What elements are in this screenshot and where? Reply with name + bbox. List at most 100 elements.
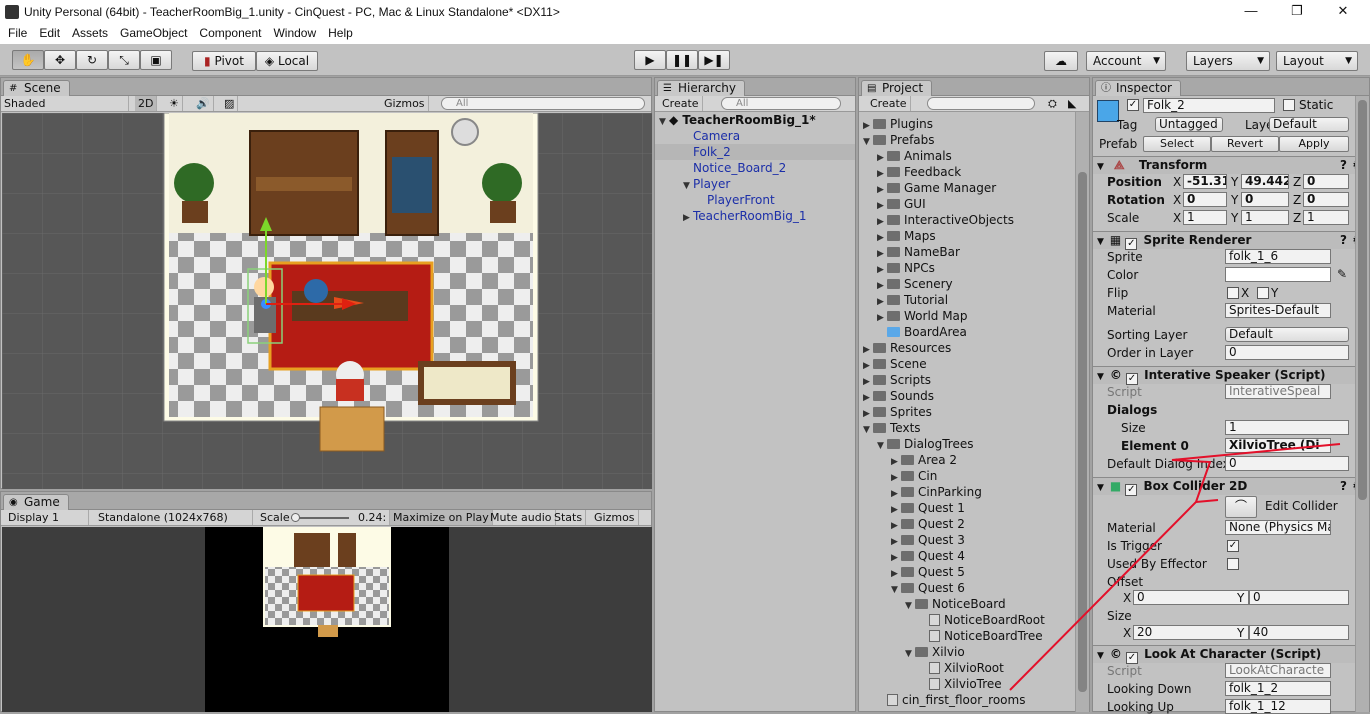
2d-toggle[interactable]: 2D (135, 96, 157, 111)
project-item[interactable]: ▼ NoticeBoard (905, 596, 1006, 612)
object-name-input[interactable]: Folk_2 (1143, 98, 1275, 113)
sprite-renderer-enabled-checkbox[interactable]: ✓ (1125, 238, 1138, 250)
scene-search-input[interactable]: All (441, 97, 645, 110)
menu-edit[interactable]: Edit (31, 24, 64, 40)
help-icon[interactable]: ? (1340, 157, 1347, 174)
rotation-y-field[interactable]: 0 (1241, 192, 1289, 207)
project-item[interactable]: ▶ Quest 3 (891, 532, 965, 548)
project-item[interactable]: ▶ Area 2 (891, 452, 957, 468)
project-scrollbar-thumb[interactable] (1078, 172, 1087, 692)
expand-arrow-icon[interactable]: ▼ (863, 422, 873, 438)
pivot-button[interactable]: ▮ Pivot (192, 51, 256, 71)
tag-dropdown[interactable]: Untagged (1155, 117, 1223, 132)
edit-collider-button[interactable]: ⌒ (1225, 496, 1257, 518)
pause-button[interactable]: ❚❚ (666, 50, 698, 70)
help-icon[interactable]: ? (1340, 232, 1347, 249)
project-item[interactable]: ▼ Prefabs (863, 132, 935, 148)
project-item[interactable]: ▶ Tutorial (877, 292, 948, 308)
move-tool-button[interactable]: ✥ (44, 50, 76, 70)
play-button[interactable]: ▶ (634, 50, 666, 70)
rotation-x-field[interactable]: 0 (1183, 192, 1227, 207)
active-checkbox[interactable]: ✓ (1127, 99, 1139, 111)
layer-dropdown[interactable]: Default (1269, 117, 1349, 132)
used-by-effector-checkbox[interactable] (1227, 558, 1239, 570)
menu-component[interactable]: Component (191, 24, 265, 40)
hierarchy-search-input[interactable]: All (721, 97, 841, 110)
lighting-icon[interactable]: ☀ (166, 96, 183, 111)
hierarchy-item[interactable]: Notice_Board_2 (655, 160, 855, 176)
project-item[interactable]: ▶ Scene (863, 356, 927, 372)
material-field[interactable]: Sprites-Default (1225, 303, 1331, 318)
position-y-field[interactable]: 49.442 (1241, 174, 1289, 189)
flip-y-checkbox[interactable] (1257, 287, 1269, 299)
sprite-renderer-header[interactable]: ▼▦✓ Sprite Renderer?⚙ (1093, 231, 1369, 250)
project-item[interactable]: ▼ Quest 6 (891, 580, 965, 596)
hierarchy-item[interactable]: ▶ TeacherRoomBig_1 (655, 208, 855, 224)
project-item[interactable]: XilvioTree (919, 676, 1002, 692)
box-collider-header[interactable]: ▼■✓ Box Collider 2D?⚙ (1093, 477, 1369, 496)
project-item[interactable]: ▶ Quest 5 (891, 564, 965, 580)
flip-x-checkbox[interactable] (1227, 287, 1239, 299)
looking-down-field[interactable]: folk_1_2 (1225, 681, 1331, 696)
cloud-button[interactable]: ☁ (1044, 51, 1078, 71)
interative-speaker-header[interactable]: ▼ © ✓ Interative Speaker (Script) (1093, 366, 1369, 385)
hierarchy-item[interactable]: Folk_2 (655, 144, 855, 160)
account-dropdown[interactable]: Account ▼ (1086, 51, 1166, 71)
project-item[interactable]: ▼ Xilvio (905, 644, 965, 660)
scale-tool-button[interactable]: ⤡ (108, 50, 140, 70)
offset-x-field[interactable]: 0 (1133, 590, 1249, 605)
eyedropper-icon[interactable]: ✎ (1337, 267, 1347, 281)
filter-label-icon[interactable]: ◣ (1065, 96, 1079, 111)
static-checkbox[interactable] (1283, 99, 1295, 111)
resolution-dropdown[interactable]: Standalone (1024x768) (95, 510, 253, 525)
game-gizmos-dropdown[interactable]: Gizmos (591, 510, 639, 525)
project-item[interactable]: ▶ Resources (863, 340, 951, 356)
hierarchy-item[interactable]: PlayerFront (655, 192, 855, 208)
project-item[interactable]: XilvioRoot (919, 660, 1004, 676)
expand-arrow-icon[interactable]: ▼ (891, 582, 901, 598)
hierarchy-item[interactable]: Camera (655, 128, 855, 144)
collider-enabled-checkbox[interactable]: ✓ (1125, 484, 1138, 496)
hierarchy-create-button[interactable]: Create (659, 96, 703, 111)
look-at-character-header[interactable]: ▼ © ✓ Look At Character (Script) (1093, 645, 1369, 664)
is-trigger-checkbox[interactable]: ✓ (1227, 540, 1239, 552)
tab-project[interactable]: ▤ Project (861, 80, 933, 96)
element-0-field[interactable]: XilvioTree (Di (1225, 438, 1331, 453)
look-enabled-checkbox[interactable]: ✓ (1125, 652, 1138, 664)
offset-y-field[interactable]: 0 (1249, 590, 1349, 605)
filter-type-icon[interactable]: ⛭ (1045, 96, 1060, 111)
dialogs-size-field[interactable]: 1 (1225, 420, 1349, 435)
expand-arrow-icon[interactable]: ▼ (877, 438, 887, 454)
mute-audio-toggle[interactable]: Mute audio (487, 510, 556, 525)
transform-header[interactable]: ▼⟁ Transform?⚙ (1093, 156, 1369, 174)
help-icon[interactable]: ? (1340, 478, 1347, 495)
color-field[interactable] (1225, 267, 1331, 282)
speaker-enabled-checkbox[interactable]: ✓ (1125, 373, 1138, 385)
project-item[interactable]: ▶ GUI (877, 196, 926, 212)
step-button[interactable]: ▶❚ (698, 50, 730, 70)
project-item[interactable]: ▶ Maps (877, 228, 936, 244)
project-item[interactable]: ▶ Quest 1 (891, 500, 965, 516)
gizmos-dropdown[interactable]: Gizmos (381, 96, 429, 111)
size-x-field[interactable]: 20 (1133, 625, 1249, 640)
dialogs-foldout[interactable]: Dialogs (1107, 403, 1157, 417)
prefab-revert-button[interactable]: Revert (1211, 136, 1279, 152)
project-item[interactable]: ▶ Scripts (863, 372, 931, 388)
prefab-select-button[interactable]: Select (1143, 136, 1211, 152)
rotate-tool-button[interactable]: ↻ (76, 50, 108, 70)
expand-arrow-icon[interactable]: ▼ (905, 646, 915, 662)
local-button[interactable]: ◈ Local (256, 51, 318, 71)
project-item[interactable]: ▶ Plugins (863, 116, 933, 132)
position-z-field[interactable]: 0 (1303, 174, 1349, 189)
hand-tool-button[interactable]: ✋ (12, 50, 44, 70)
rotation-z-field[interactable]: 0 (1303, 192, 1349, 207)
close-button[interactable]: ✕ (1320, 0, 1366, 24)
scene-viewport[interactable] (2, 113, 652, 489)
expand-arrow-icon[interactable]: ▶ (683, 210, 693, 226)
rect-tool-button[interactable]: ▣ (140, 50, 172, 70)
layout-dropdown[interactable]: Layout ▼ (1276, 51, 1358, 71)
layers-dropdown[interactable]: Layers ▼ (1186, 51, 1270, 71)
audio-icon[interactable]: 🔊 (193, 96, 214, 111)
project-item[interactable]: ▶ Quest 2 (891, 516, 965, 532)
project-item[interactable]: ▶ Animals (877, 148, 952, 164)
